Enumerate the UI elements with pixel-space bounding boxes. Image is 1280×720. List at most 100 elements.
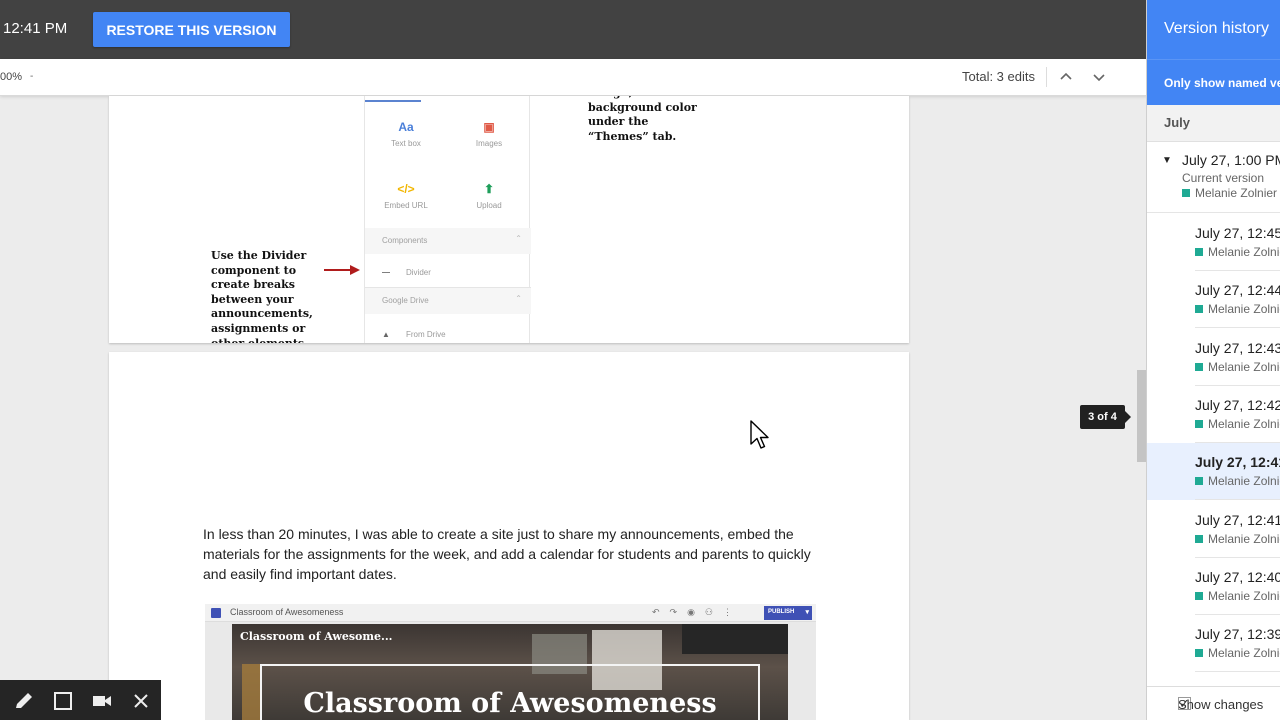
version-item[interactable]: July 27, 12:41 Melanie Zolnier xyxy=(1147,443,1280,501)
page-indicator-tip xyxy=(1125,411,1131,423)
version-author: Melanie Zolnier xyxy=(1208,416,1280,431)
sites-logo-icon xyxy=(211,608,221,618)
google-drive-section: Google Drive ⌃ xyxy=(365,288,531,314)
insert-item-label: Upload xyxy=(476,201,502,210)
version-item[interactable]: July 27, 12:41 Melanie Zolnier xyxy=(1147,501,1280,558)
toolbar: 00% - Total: 3 edits xyxy=(0,59,1147,96)
version-timestamp: July 27, 12:45 xyxy=(1195,225,1280,241)
user-color-dot xyxy=(1195,591,1203,600)
code-icon: </> xyxy=(397,182,415,196)
site-toolbar-icons: ↶↷◉⚇⋮ xyxy=(652,607,743,617)
panel-title: Version history xyxy=(1164,20,1269,37)
version-timestamp: July 27, 12:44 xyxy=(1195,282,1280,299)
version-author: Melanie Zolnier xyxy=(1208,588,1280,603)
insert-embed-url: </> Embed URL xyxy=(376,182,436,210)
panel-header: Version history xyxy=(1147,0,1280,59)
top-bar: 12:41 PM RESTORE THIS VERSION xyxy=(0,0,1147,59)
hero-title: Classroom of Awesomeness xyxy=(303,688,717,719)
drive-icon: ▲ xyxy=(382,330,390,339)
version-item[interactable]: July 27, 12:42 Melanie Zolnier xyxy=(1147,386,1280,443)
page-indicator-badge: 3 of 4 xyxy=(1080,405,1125,429)
version-time: 12:41 PM xyxy=(3,20,68,37)
version-history-panel: Version history Only show named ve July … xyxy=(1146,0,1280,720)
upload-icon: ⬆ xyxy=(483,182,495,196)
hero-small-title: Classroom of Awesome... xyxy=(240,630,393,643)
expand-triangle-icon[interactable]: ▼ xyxy=(1162,155,1172,166)
user-color-dot xyxy=(1195,362,1203,371)
version-author: Melanie Zolnier xyxy=(1208,245,1280,259)
hero-photo-detail xyxy=(682,624,788,654)
month-header: July xyxy=(1147,105,1280,142)
user-color-dot xyxy=(1195,477,1203,486)
text-box-icon: Aa xyxy=(398,120,414,134)
publish-label: PUBLISH xyxy=(768,609,795,615)
zoom-dropdown-icon[interactable]: - xyxy=(30,71,33,82)
insert-item-label: Embed URL xyxy=(384,201,428,210)
insert-text-box: Aa Text box xyxy=(376,120,436,148)
filter-label: Only show named ve xyxy=(1164,76,1280,90)
scrollbar-thumb[interactable] xyxy=(1137,370,1146,462)
site-name: Classroom of Awesomeness xyxy=(230,607,344,617)
version-author: Melanie Zolnier xyxy=(1208,302,1280,317)
insert-tab-indicator xyxy=(365,100,421,102)
user-color-dot xyxy=(1195,534,1203,543)
hero-photo-detail xyxy=(242,664,262,720)
row-separator xyxy=(1195,671,1280,673)
show-changes-label[interactable]: Show changes xyxy=(1178,697,1263,712)
total-edits: Total: 3 edits xyxy=(962,69,1035,84)
section-label: Components xyxy=(382,236,428,245)
version-timestamp: July 27, 12:42 xyxy=(1195,396,1280,413)
red-arrow-icon xyxy=(324,265,360,275)
version-item[interactable]: July 27, 12:43 Melanie Zolnier xyxy=(1147,329,1280,386)
components-section: Components ⌃ xyxy=(365,228,531,254)
version-timestamp: July 27, 1:00 PM xyxy=(1182,152,1280,168)
insert-panel-screenshot: Aa Text box ▣ Images </> Embed URL ⬆ Upl… xyxy=(364,96,531,343)
version-author: Melanie Zolnier xyxy=(1195,186,1278,200)
site-screenshot: Classroom of Awesomeness ↶↷◉⚇⋮ PUBLISH ▾… xyxy=(205,604,816,720)
version-author: Melanie Zolnier xyxy=(1208,474,1280,489)
insert-item-label: Text box xyxy=(391,139,421,148)
version-item[interactable]: July 27, 12:45 Melanie Zolnier xyxy=(1147,214,1280,271)
user-color-dot xyxy=(1195,649,1203,658)
current-version-label: Current version xyxy=(1182,171,1265,185)
from-drive-row: ▲ From Drive xyxy=(382,330,446,339)
screen-recorder-toolbar xyxy=(0,680,161,720)
version-author: Melanie Zolnier xyxy=(1208,646,1280,661)
divider-icon: — xyxy=(382,268,390,277)
user-color-dot xyxy=(1195,305,1203,314)
version-timestamp: July 27, 12:39 xyxy=(1195,626,1280,643)
user-color-dot xyxy=(1195,248,1203,256)
version-item[interactable]: July 27, 12:40 Melanie Zolnier xyxy=(1147,558,1280,615)
collapse-icon: ⌃ xyxy=(515,294,522,303)
rectangle-icon[interactable] xyxy=(52,690,74,712)
zoom-level[interactable]: 00% xyxy=(0,71,22,83)
panel-footer: ✓ Show changes xyxy=(1147,686,1280,720)
user-color-dot xyxy=(1195,419,1203,428)
close-icon[interactable] xyxy=(130,690,152,712)
version-item[interactable]: July 27, 12:39 Melanie Zolnier xyxy=(1147,615,1280,673)
previous-edit-icon[interactable] xyxy=(1057,67,1075,87)
document-page: In less than 20 minutes, I was able to c… xyxy=(109,352,909,720)
publish-button: PUBLISH ▾ xyxy=(764,606,812,620)
version-author: Melanie Zolnier xyxy=(1208,531,1280,546)
mouse-cursor-icon xyxy=(750,420,769,449)
version-timestamp: July 27, 12:43 xyxy=(1195,339,1280,356)
video-camera-icon[interactable] xyxy=(91,690,113,712)
image-icon: ▣ xyxy=(483,120,495,134)
divider-annotation: Use the Divider component to create brea… xyxy=(211,249,313,343)
divider-row: — Divider xyxy=(382,268,431,277)
version-timestamp: July 27, 12:40 xyxy=(1195,568,1280,585)
insert-upload: ⬆ Upload xyxy=(459,182,519,210)
row-label: From Drive xyxy=(406,330,446,339)
next-edit-icon[interactable] xyxy=(1090,67,1108,87)
user-color-dot xyxy=(1182,189,1190,197)
named-versions-filter[interactable]: Only show named ve xyxy=(1147,59,1280,105)
hero-title-frame: Classroom of Awesomeness xyxy=(260,664,760,720)
themes-annotation: design, font and background color under … xyxy=(588,96,697,143)
row-label: Divider xyxy=(406,268,431,277)
current-version-item[interactable]: ▼ July 27, 1:00 PM Current version Melan… xyxy=(1147,142,1280,213)
version-item[interactable]: July 27, 12:44 Melanie Zolnier xyxy=(1147,271,1280,329)
restore-version-button[interactable]: RESTORE THIS VERSION xyxy=(93,12,290,47)
pen-icon[interactable] xyxy=(13,690,35,712)
chevron-down-icon: ▾ xyxy=(805,609,809,616)
